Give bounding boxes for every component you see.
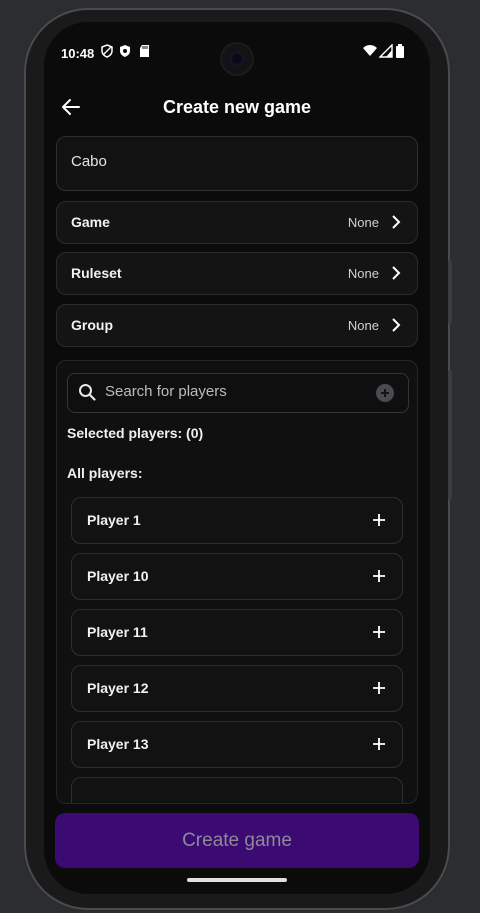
status-bar: 10:48 [44, 22, 430, 80]
page-title: Create new game [162, 97, 312, 117]
game-name-input[interactable] [71, 153, 391, 170]
player-item-partial[interactable] [71, 777, 403, 803]
player-name: Player 12 [87, 680, 149, 696]
player-item[interactable]: Player 1 [71, 497, 403, 544]
select-ruleset-row[interactable]: Ruleset None [56, 252, 418, 295]
select-game-row[interactable]: Game None [56, 201, 418, 244]
player-name: Player 11 [87, 624, 148, 640]
chevron-right-icon [392, 215, 401, 229]
select-group-label: Group [71, 317, 113, 333]
signal-icon [379, 44, 393, 58]
shield-outline-icon [101, 44, 113, 58]
player-item[interactable]: Player 10 [71, 553, 403, 600]
plus-icon[interactable] [372, 625, 386, 639]
select-group-value: None [347, 318, 379, 333]
battery-icon [396, 44, 404, 58]
player-name: Player 1 [87, 512, 141, 528]
home-indicator[interactable] [187, 878, 287, 882]
player-item[interactable]: Player 13 [71, 721, 403, 768]
app-screen: 10:48 Create new game Cabo Game None Rul… [44, 22, 430, 894]
player-search-input[interactable] [105, 383, 365, 400]
all-players-label: All players: [67, 465, 143, 481]
player-item[interactable]: Player 12 [71, 665, 403, 712]
volume-button [448, 260, 452, 324]
status-time: 10:48 [61, 46, 95, 61]
select-group-row[interactable]: Group None [56, 304, 418, 347]
select-game-value: None [347, 215, 379, 230]
sd-card-icon [140, 45, 149, 57]
selected-players-label: Selected players: (0) [67, 425, 204, 441]
wifi-icon [363, 45, 377, 56]
player-name: Player 13 [87, 736, 149, 752]
chevron-right-icon [392, 318, 401, 332]
plus-icon[interactable] [372, 569, 386, 583]
search-icon [79, 384, 96, 401]
game-name-field[interactable] [56, 136, 418, 191]
add-circle-icon[interactable] [376, 384, 394, 402]
plus-icon[interactable] [372, 737, 386, 751]
player-item[interactable]: Player 11 [71, 609, 403, 656]
select-game-label: Game [71, 214, 110, 230]
select-ruleset-label: Ruleset [71, 265, 122, 281]
plus-icon[interactable] [372, 513, 386, 527]
create-game-button[interactable]: Create game [55, 813, 419, 868]
players-card: Selected players: (0) All players: Playe… [56, 360, 418, 804]
app-bar: Create new game [44, 84, 430, 132]
player-name: Player 10 [87, 568, 149, 584]
plus-icon[interactable] [372, 681, 386, 695]
shield-icon [120, 45, 130, 57]
chevron-right-icon [392, 266, 401, 280]
side-button [448, 370, 452, 500]
front-camera [222, 44, 252, 74]
player-search-field[interactable] [67, 373, 409, 413]
select-ruleset-value: None [347, 266, 379, 281]
